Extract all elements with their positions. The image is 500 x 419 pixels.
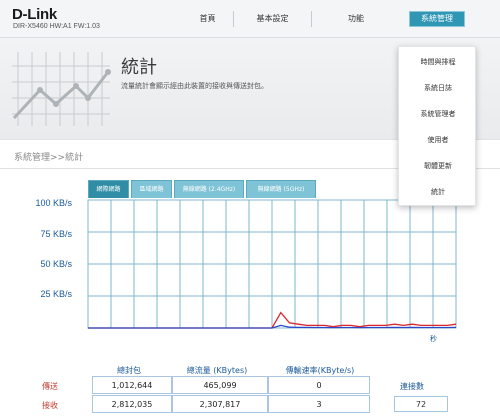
menu-item-system-log[interactable]: 系統日誌	[399, 75, 477, 101]
menu-item-time-schedule[interactable]: 時間與排程	[399, 49, 477, 75]
breadcrumb: 系統管理>>統計	[14, 153, 84, 163]
stats-header-rate: 傳輸速率(KByte/s)	[285, 366, 355, 375]
traffic-chart: 100 KB/s 75 KB/s 50 KB/s 25 KB/s 秒	[0, 196, 500, 356]
send-rate: 0	[268, 376, 370, 394]
top-header: D-Link DIR-X5460 HW:A1 FW:1.03 首頁 基本設定 功…	[0, 0, 500, 38]
connections-count: 72	[394, 396, 448, 412]
nav-management[interactable]: 系統管理	[409, 11, 465, 27]
traffic-plot	[87, 199, 457, 329]
management-dropdown: 時間與排程 系統日誌 系統管理者 使用者 韌體更新 統計	[398, 46, 476, 206]
nav-features[interactable]: 功能	[312, 11, 400, 27]
menu-item-user[interactable]: 使用者	[399, 127, 477, 153]
brand-logo: D-Link	[12, 6, 57, 23]
page-title: 統計	[121, 57, 157, 78]
send-packets: 1,012,644	[92, 376, 172, 394]
row-label-receive: 接收	[42, 401, 58, 410]
receive-volume: 2,307,817	[172, 395, 268, 413]
menu-item-firmware[interactable]: 韌體更新	[399, 153, 477, 179]
x-unit-label: 秒	[430, 335, 437, 343]
menu-item-statistics[interactable]: 統計	[399, 179, 477, 205]
statistics-chart-icon	[12, 52, 111, 126]
row-label-send: 傳送	[42, 382, 58, 391]
menu-item-admin[interactable]: 系統管理者	[399, 101, 477, 127]
stats-header-packets: 總封包	[117, 366, 141, 375]
receive-packets: 2,812,035	[92, 395, 172, 413]
connections-label: 連接數	[400, 382, 424, 391]
page-description: 流量統計會顯示經由此裝置的接收與傳送封包。	[121, 82, 268, 90]
nav-basic-settings[interactable]: 基本設定	[234, 11, 312, 27]
nav-home[interactable]: 首頁	[182, 11, 234, 27]
receive-rate: 3	[268, 395, 370, 413]
send-volume: 465,099	[172, 376, 268, 394]
stats-header-volume: 總流量 (KBytes)	[186, 366, 248, 375]
model-info: DIR-X5460 HW:A1 FW:1.03	[13, 23, 100, 30]
